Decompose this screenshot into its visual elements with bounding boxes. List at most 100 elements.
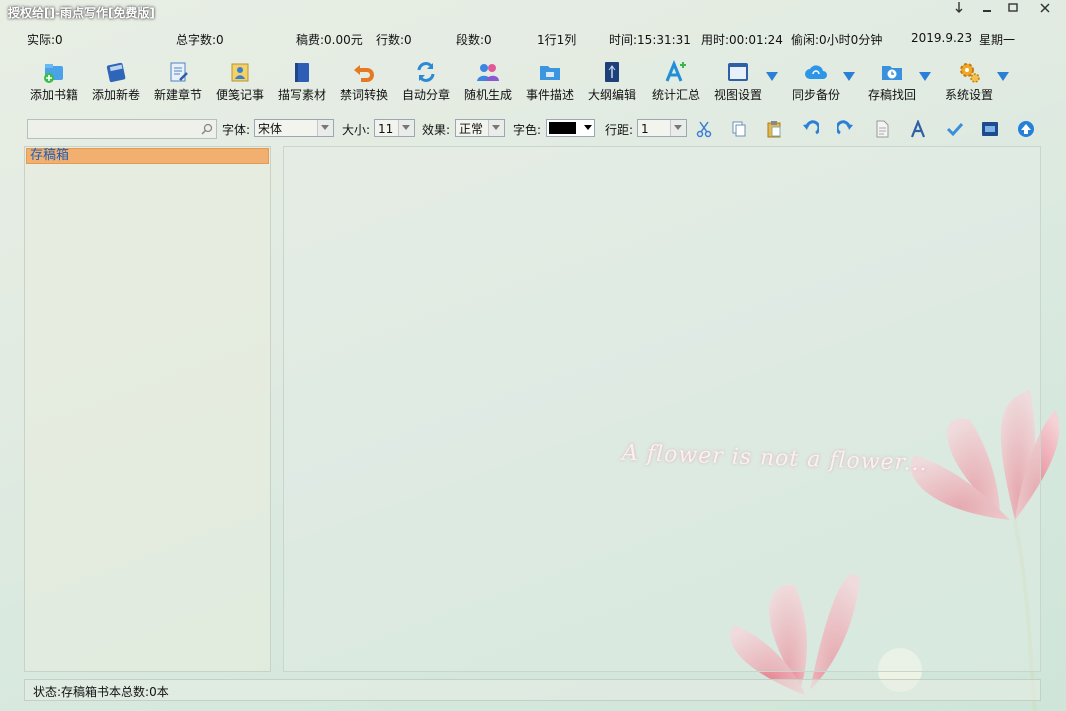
- recover-draft-dropdown-icon[interactable]: [919, 72, 931, 81]
- minimize-button[interactable]: [974, 1, 1000, 19]
- effect-select-value: 正常: [459, 122, 484, 136]
- book-tree-panel[interactable]: [24, 146, 271, 672]
- sidebar-item-label: 存稿箱: [30, 148, 70, 163]
- auto-split-button[interactable]: 自动分章: [400, 60, 452, 106]
- color-select[interactable]: [546, 119, 595, 137]
- window-view-icon: [728, 63, 748, 81]
- close-icon: [1040, 3, 1050, 13]
- recover-draft-label: 存稿找回: [867, 88, 916, 102]
- font-select[interactable]: 宋体: [254, 119, 334, 137]
- note-label: 便笺记事: [215, 88, 264, 102]
- stats-summary-label: 统计汇总: [651, 88, 700, 102]
- stat-fee: 稿费:0.00元: [296, 33, 363, 47]
- add-volume-icon: [106, 62, 126, 83]
- new-chapter-label: 新建章节: [153, 88, 202, 102]
- export-icon[interactable]: [981, 120, 999, 138]
- status-bar: [24, 679, 1041, 701]
- search-icon[interactable]: [201, 123, 213, 135]
- spacing-label: 行距:: [605, 123, 634, 137]
- copy-icon[interactable]: [730, 120, 748, 138]
- window-title: 授权给[]-雨点写作[免费版]: [8, 6, 155, 20]
- word-convert-button[interactable]: 禁词转换: [338, 60, 390, 106]
- refresh-icon: [417, 62, 435, 82]
- stat-idle: 偷闲:0小时0分钟: [791, 33, 883, 47]
- stat-used-time: 用时:00:01:24: [701, 33, 783, 47]
- view-settings-button[interactable]: 视图设置: [710, 60, 766, 106]
- title-bar: [0, 0, 1066, 24]
- chevron-down-icon: [670, 120, 686, 136]
- stats-summary-button[interactable]: 统计汇总: [648, 60, 704, 106]
- chevron-down-icon: [398, 120, 414, 136]
- gears-icon: [960, 63, 980, 83]
- add-book-icon: [44, 64, 63, 83]
- cloud-sync-icon: [805, 65, 827, 79]
- spacing-select-value: 1: [641, 122, 649, 136]
- color-label: 字色:: [513, 123, 542, 137]
- auto-split-label: 自动分章: [401, 88, 450, 102]
- add-volume-label: 添加新卷: [91, 88, 140, 102]
- stat-lines: 行数:0: [376, 33, 412, 47]
- paste-icon[interactable]: [765, 120, 783, 138]
- random-generate-label: 随机生成: [463, 88, 512, 102]
- spacing-select[interactable]: 1: [637, 119, 687, 137]
- recover-draft-button[interactable]: 存稿找回: [864, 60, 920, 106]
- event-describe-label: 事件描述: [525, 88, 574, 102]
- maximize-icon: [1008, 3, 1018, 12]
- font-select-value: 宋体: [258, 122, 283, 136]
- up-arrow-icon[interactable]: [1017, 120, 1035, 138]
- undo-icon[interactable]: [801, 120, 819, 138]
- stat-weekday: 星期一: [979, 33, 1016, 47]
- maximize-button[interactable]: [1000, 1, 1026, 19]
- users-icon: [477, 64, 499, 81]
- note-button[interactable]: 便笺记事: [214, 60, 266, 106]
- effect-label: 效果:: [422, 123, 451, 137]
- material-button[interactable]: 描写素材: [276, 60, 328, 106]
- status-text: 状态:存稿箱书本总数:0本: [33, 685, 169, 699]
- sidebar-item-draft-box[interactable]: 存稿箱: [26, 148, 269, 164]
- document-icon[interactable]: [873, 120, 891, 138]
- new-chapter-icon: [170, 62, 188, 82]
- note-icon: [231, 63, 249, 82]
- add-volume-button[interactable]: 添加新卷: [90, 60, 142, 106]
- text-editor[interactable]: [283, 146, 1041, 672]
- chevron-down-icon: [317, 120, 333, 136]
- material-book-icon: [295, 63, 309, 82]
- close-button[interactable]: [1032, 1, 1058, 19]
- add-book-button[interactable]: 添加书籍: [28, 60, 80, 106]
- stat-cursor: 1行1列: [537, 33, 577, 47]
- font-label: 字体:: [222, 123, 251, 137]
- size-label: 大小:: [342, 123, 371, 137]
- minimize-icon: [983, 10, 991, 12]
- chevron-down-icon: [488, 120, 504, 136]
- stat-actual: 实际:0: [27, 33, 63, 47]
- event-describe-button[interactable]: 事件描述: [524, 60, 576, 106]
- outline-edit-button[interactable]: 大纲编辑: [586, 60, 638, 106]
- cut-icon[interactable]: [695, 120, 713, 138]
- stat-paragraphs: 段数:0: [456, 33, 492, 47]
- pin-icon: [955, 2, 963, 13]
- search-input[interactable]: [28, 120, 192, 138]
- new-chapter-button[interactable]: 新建章节: [152, 60, 204, 106]
- sync-backup-dropdown-icon[interactable]: [843, 72, 855, 81]
- view-settings-label: 视图设置: [713, 88, 762, 102]
- view-settings-dropdown-icon[interactable]: [766, 72, 778, 81]
- sync-backup-button[interactable]: 同步备份: [788, 60, 844, 106]
- search-box[interactable]: [27, 119, 217, 139]
- word-convert-label: 禁词转换: [339, 88, 388, 102]
- pin-button[interactable]: [946, 1, 972, 19]
- random-generate-button[interactable]: 随机生成: [462, 60, 514, 106]
- sync-backup-label: 同步备份: [791, 88, 840, 102]
- material-label: 描写素材: [277, 88, 326, 102]
- system-settings-button[interactable]: 系统设置: [941, 60, 997, 106]
- clock-folder-icon: [882, 66, 902, 80]
- outline-edit-label: 大纲编辑: [587, 88, 636, 102]
- check-icon[interactable]: [946, 120, 964, 138]
- color-swatch: [549, 122, 576, 134]
- redo-icon[interactable]: [837, 120, 855, 138]
- folder-icon: [540, 66, 560, 80]
- size-select[interactable]: 11: [374, 119, 415, 137]
- size-select-value: 11: [378, 122, 394, 136]
- effect-select[interactable]: 正常: [455, 119, 505, 137]
- font-a-icon[interactable]: [909, 120, 927, 138]
- system-settings-dropdown-icon[interactable]: [997, 72, 1009, 81]
